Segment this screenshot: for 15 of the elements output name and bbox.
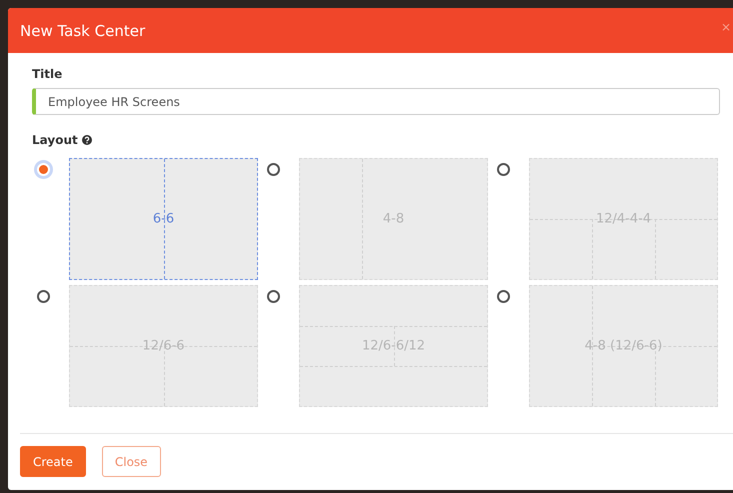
field-label: Layout (32, 133, 78, 147)
radio-button[interactable] (37, 290, 50, 303)
title-field[interactable]: Employee HR Screens (32, 88, 720, 115)
field-label: Title (32, 67, 62, 81)
close-button[interactable]: Close (102, 446, 161, 477)
radio-button[interactable] (267, 290, 280, 303)
help-icon[interactable] (82, 135, 92, 145)
create-button[interactable]: Create (20, 446, 86, 477)
layout-preview[interactable]: 6-6 (69, 158, 258, 280)
radio-button[interactable] (497, 290, 510, 303)
close-button[interactable]: × (720, 20, 731, 34)
dialog-title: New Task Center (20, 22, 146, 40)
radio-button[interactable] (267, 163, 280, 176)
layout-label: 6-6 (152, 212, 176, 226)
radio-button[interactable] (497, 163, 510, 176)
